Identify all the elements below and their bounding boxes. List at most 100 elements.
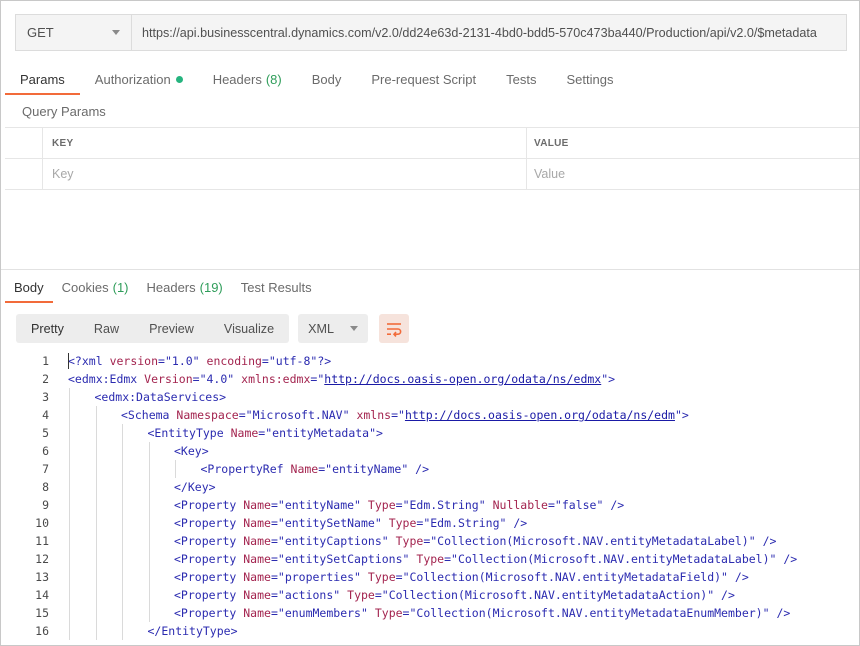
method-select[interactable]: GET — [16, 15, 132, 50]
code-token: <Property — [174, 588, 244, 602]
indent-guide — [95, 586, 97, 604]
code-token: Name — [243, 570, 271, 584]
namespace-link[interactable]: http://docs.oasis-open.org/odata/ns/edm — [405, 408, 675, 422]
code-token: Name — [243, 606, 271, 620]
code-token: /> — [769, 606, 791, 620]
tab-params[interactable]: Params — [5, 63, 80, 95]
indent-guide — [69, 604, 70, 622]
code-line: 10 <Property Name="entitySetName" Type="E… — [1, 514, 859, 532]
tab-body[interactable]: Body — [297, 63, 357, 95]
tab-tests[interactable]: Tests — [491, 63, 551, 95]
tab-response-headers[interactable]: Headers (19) — [138, 271, 232, 303]
tab-response-body[interactable]: Body — [5, 271, 53, 303]
code-line: 8 </Key> — [1, 478, 859, 496]
tab-count: (8) — [265, 71, 282, 87]
tab-cookies[interactable]: Cookies (1) — [53, 271, 138, 303]
code-token: " — [674, 408, 682, 422]
tab-pre-request-script[interactable]: Pre-request Script — [356, 63, 491, 95]
indent-guide — [95, 604, 97, 622]
code-token: <Property — [174, 570, 244, 584]
code-token: <? — [68, 354, 82, 368]
code-token: = — [270, 588, 278, 602]
code-token: Type — [416, 552, 445, 566]
preview-button[interactable]: Preview — [134, 314, 209, 343]
code-token: = — [444, 552, 452, 566]
indent-guide — [69, 568, 70, 586]
pretty-button[interactable]: Pretty — [16, 314, 79, 343]
value-placeholder: Value — [534, 167, 566, 181]
raw-button[interactable]: Raw — [79, 314, 134, 343]
code-token: <Property — [174, 606, 244, 620]
indent-guide — [95, 622, 97, 640]
code-token: = — [374, 588, 382, 602]
code-text: <Property Name="entityCaptions" Type="Co… — [174, 532, 776, 550]
code-line: 5 <EntityType Name="entityMetadata"> — [1, 424, 859, 442]
code-token: </EntityType> — [147, 624, 238, 638]
code-text: <?xml version="1.0" encoding="utf-8"?> — [68, 352, 331, 370]
line-number: 5 — [42, 426, 49, 440]
code-token: > — [608, 372, 616, 386]
wrap-lines-button[interactable] — [379, 314, 410, 343]
code-token: "entityMetadata" — [265, 426, 377, 440]
pane-divider[interactable] — [1, 269, 859, 270]
code-token: = — [391, 408, 398, 422]
indent-guide — [148, 532, 150, 550]
query-params-table: KEY VALUE Key Value — [5, 127, 859, 190]
indent-guide — [122, 622, 123, 640]
code-token: Type — [367, 570, 396, 584]
code-text: <Property Name="actions" Type="Collectio… — [174, 586, 735, 604]
tab-test-results[interactable]: Test Results — [232, 271, 321, 303]
line-number: 15 — [35, 606, 49, 620]
code-token: "entitySetName" — [277, 516, 382, 530]
response-tabs: Body Cookies (1) Headers (19) Test Results — [5, 271, 321, 303]
line-number: 16 — [35, 624, 49, 638]
code-token: = — [192, 372, 200, 386]
code-token: <edmx:Edmx — [68, 372, 145, 386]
indent-guide — [122, 442, 123, 460]
indent-guide — [122, 532, 123, 550]
code-token: = — [270, 498, 278, 512]
code-token: Name — [230, 426, 259, 440]
visualize-button[interactable]: Visualize — [209, 314, 289, 343]
url-input[interactable]: https://api.businesscentral.dynamics.com… — [132, 15, 846, 50]
indent-guide — [148, 460, 150, 478]
code-token: Type — [388, 516, 417, 530]
code-token: > — [376, 426, 383, 440]
response-body-editor[interactable]: 1 <?xml version="1.0" encoding="utf-8"?> 2… — [1, 352, 859, 640]
key-input[interactable]: Key — [43, 159, 527, 189]
code-text: </Key> — [174, 478, 216, 496]
indent-guide — [148, 514, 150, 532]
code-token: > — [681, 408, 689, 422]
code-token: = — [547, 498, 555, 512]
chevron-down-icon — [350, 326, 359, 331]
value-column-header: VALUE — [534, 137, 569, 149]
indent-guide — [175, 460, 176, 478]
tab-label: Authorization — [94, 71, 171, 87]
code-token: /> — [776, 552, 798, 566]
indent-guide — [95, 550, 97, 568]
indent-guide — [69, 478, 70, 496]
indent-guide — [95, 514, 97, 532]
tab-headers[interactable]: Headers (8) — [198, 63, 297, 95]
table-row: Key Value — [5, 159, 859, 190]
method-label: GET — [27, 25, 54, 40]
code-token: Name — [290, 462, 319, 476]
indent-guide — [122, 586, 123, 604]
tab-authorization[interactable]: Authorization — [80, 63, 198, 95]
format-select[interactable]: XML — [298, 314, 369, 343]
code-token: "Collection(Microsoft.NAV.entityMetadata… — [409, 606, 770, 620]
tab-settings[interactable]: Settings — [551, 63, 628, 95]
indent-guide — [95, 496, 97, 514]
code-token: = — [270, 570, 278, 584]
namespace-link[interactable]: http://docs.oasis-open.org/odata/ns/edmx — [324, 372, 601, 386]
indent-guide — [95, 424, 97, 442]
code-token: "Edm.String" — [402, 498, 486, 512]
value-input[interactable]: Value — [527, 159, 859, 189]
code-token: = — [270, 516, 278, 530]
code-token: Name — [243, 534, 271, 548]
code-token: encoding — [206, 354, 262, 368]
code-text: <EntityType Name="entityMetadata"> — [148, 424, 383, 442]
code-line: 6 <Key> — [1, 442, 859, 460]
code-token: = — [270, 606, 278, 620]
